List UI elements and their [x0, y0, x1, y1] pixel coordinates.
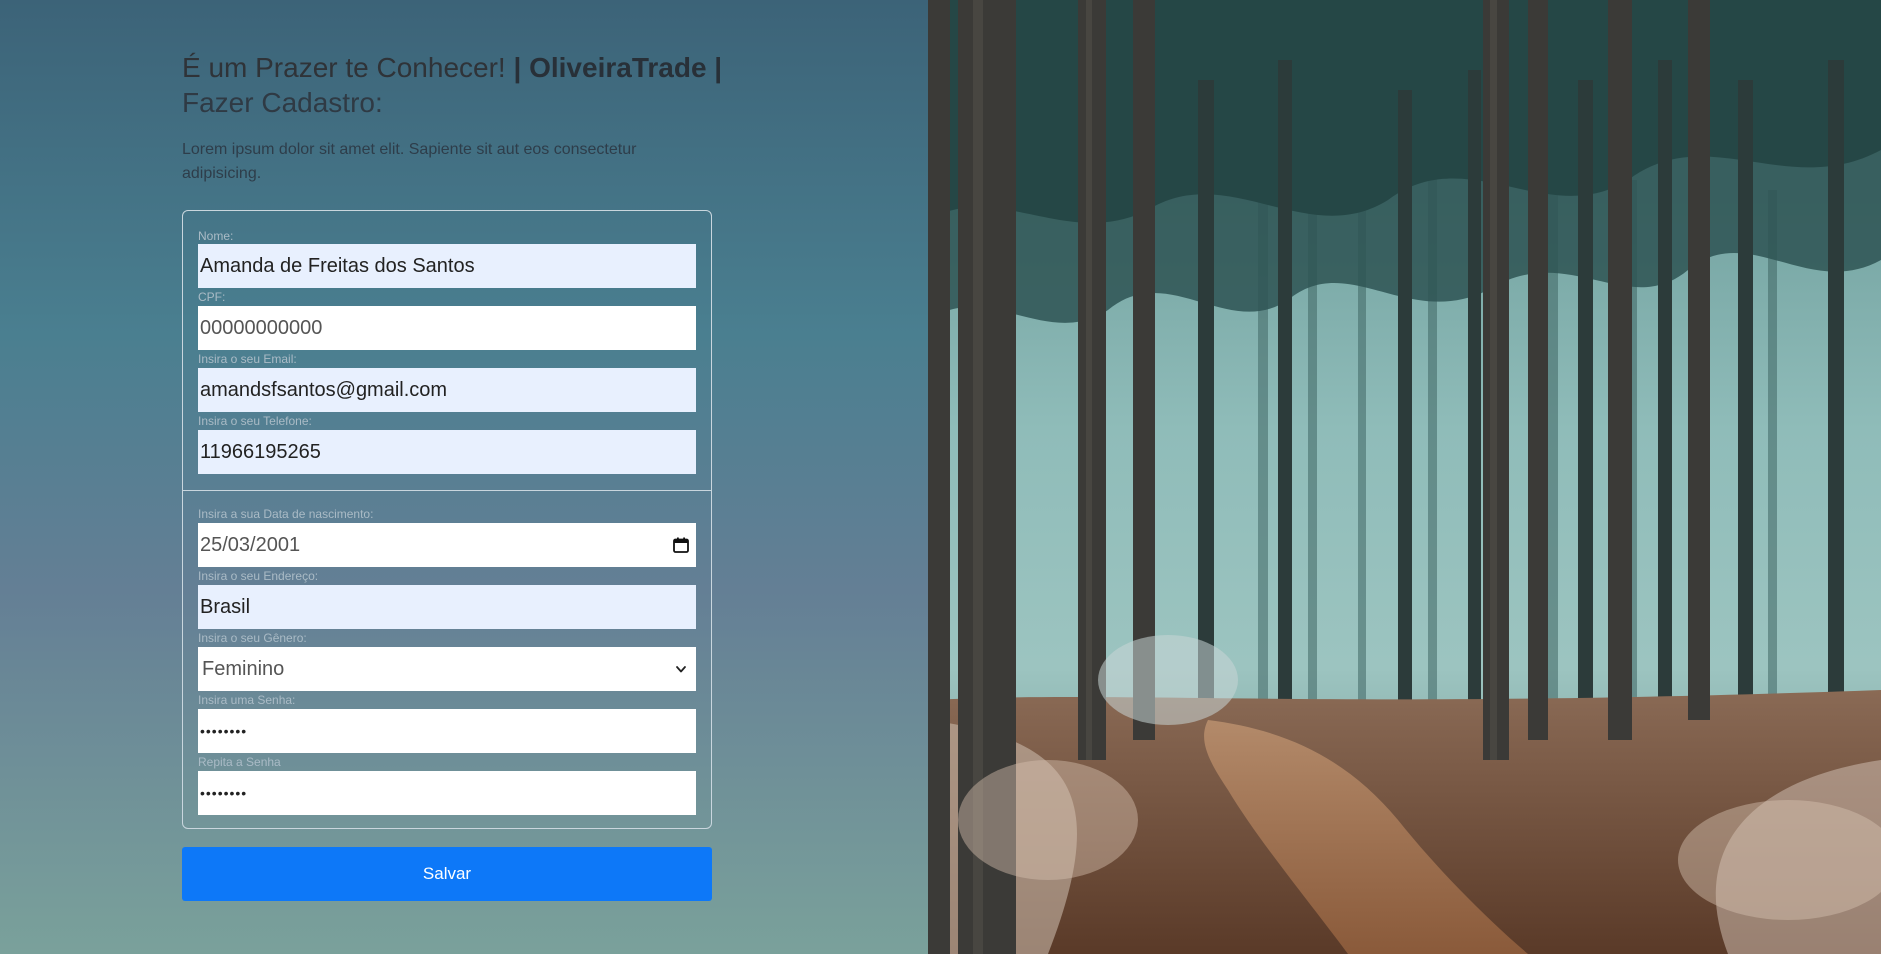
birthdate-field[interactable]: 25/03/2001: [198, 523, 696, 567]
save-button[interactable]: Salvar: [182, 847, 712, 901]
endereco-value: Brasil: [200, 595, 251, 618]
email-label: Insira o seu Email:: [198, 352, 297, 366]
cpf-label: CPF:: [198, 290, 226, 304]
nome-field[interactable]: Amanda de Freitas dos Santos: [198, 244, 696, 288]
endereco-label: Insira o seu Endereço:: [198, 569, 319, 583]
greeting-text: É um Prazer te Conhecer!: [182, 52, 506, 83]
nome-label: Nome:: [198, 229, 234, 243]
confirm-password-value: ••••••••: [200, 785, 248, 801]
password-field[interactable]: ••••••••: [198, 709, 696, 753]
email-field[interactable]: amandsfsantos@gmail.com: [198, 368, 696, 412]
nome-value: Amanda de Freitas dos Santos: [200, 254, 475, 277]
forest-image: [928, 0, 1881, 954]
password-value: ••••••••: [200, 723, 248, 739]
signup-panel: É um Prazer te Conhecer! | OliveiraTrade…: [0, 0, 928, 954]
forest-illustration: [928, 0, 1881, 954]
form-divider: [183, 490, 711, 491]
nascimento-label: Insira a sua Data de nascimento:: [198, 507, 374, 521]
intro-text: Lorem ipsum dolor sit amet elit. Sapient…: [182, 141, 637, 182]
telefone-value: 11966195265: [200, 440, 321, 463]
birthdate-value: 25/03/2001: [200, 533, 301, 556]
page-subtitle: Fazer Cadastro:: [182, 87, 383, 118]
genero-value: Feminino: [202, 657, 285, 680]
endereco-field[interactable]: Brasil: [198, 585, 696, 629]
cpf-field[interactable]: 00000000000: [198, 306, 696, 350]
confirm-password-field[interactable]: ••••••••: [198, 771, 696, 815]
genero-select[interactable]: Feminino: [198, 647, 696, 691]
page-title: É um Prazer te Conhecer! | OliveiraTrade…: [182, 50, 742, 120]
brand-name: | OliveiraTrade |: [513, 52, 723, 83]
email-value: amandsfsantos@gmail.com: [200, 378, 448, 401]
calendar-icon[interactable]: [670, 534, 692, 556]
chevron-down-icon: [670, 658, 692, 680]
cpf-value: 00000000000: [200, 316, 323, 339]
repita-senha-label: Repita a Senha: [198, 755, 281, 769]
telefone-field[interactable]: 11966195265: [198, 430, 696, 474]
telefone-label: Insira o seu Telefone:: [198, 414, 312, 428]
genero-label: Insira o seu Gênero:: [198, 631, 307, 645]
senha-label: Insira uma Senha:: [198, 693, 296, 707]
